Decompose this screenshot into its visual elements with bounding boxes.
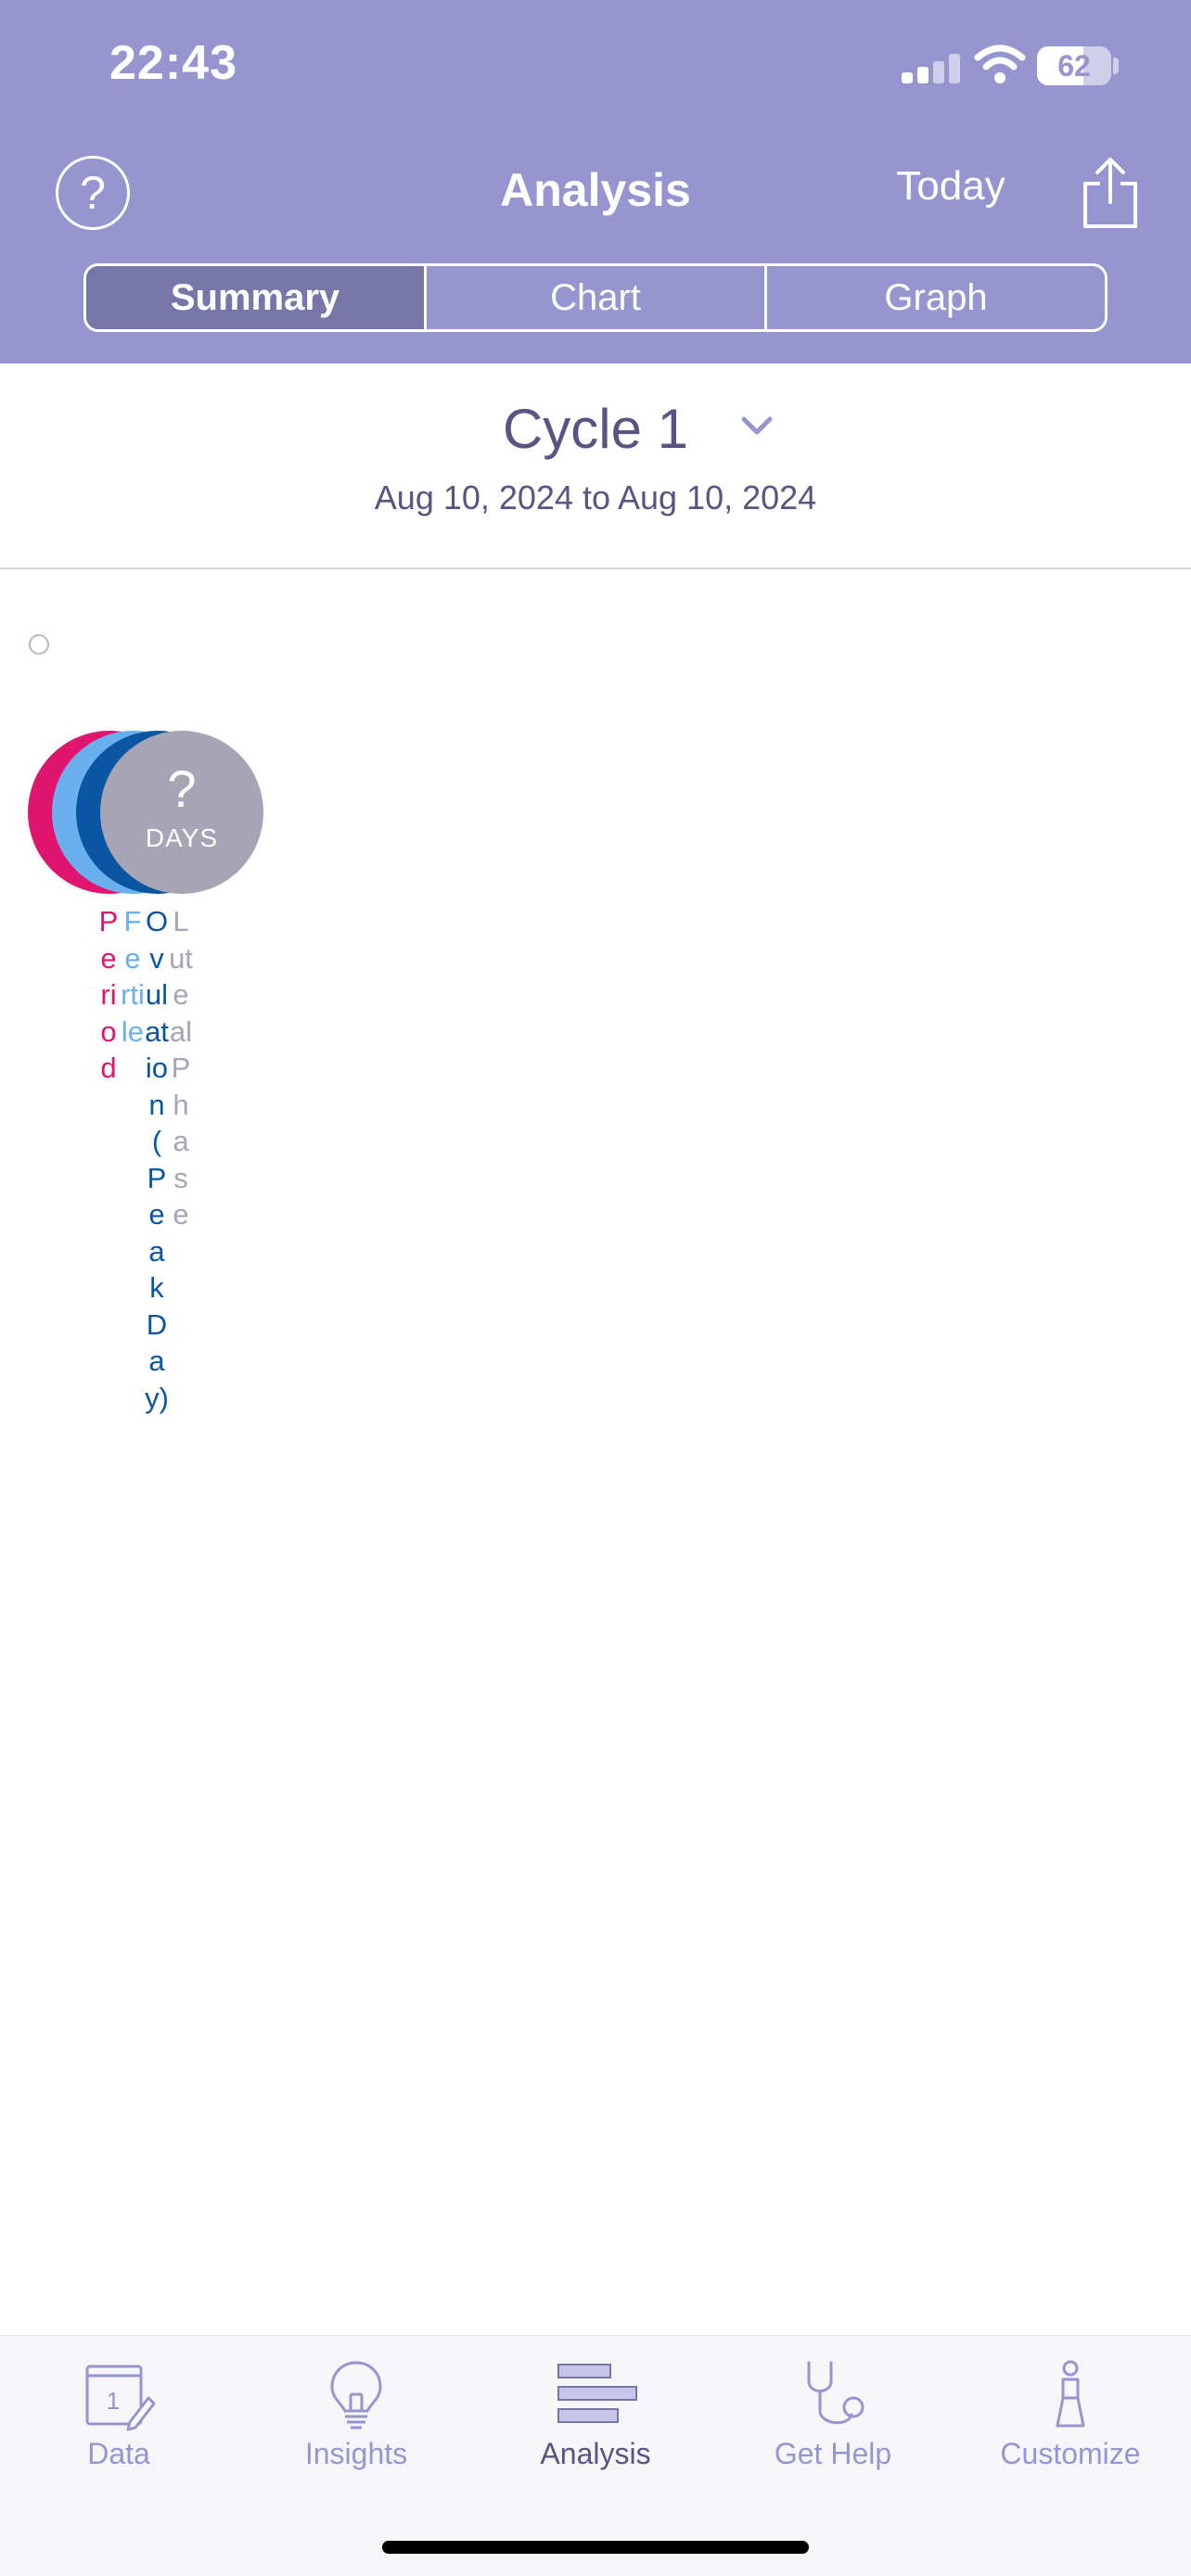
days-label: DAYS (145, 823, 219, 852)
tab-label-customize: Customize (1000, 2437, 1141, 2470)
battery-tip (1113, 57, 1119, 74)
chevron-down-icon[interactable] (738, 412, 775, 440)
wifi-icon (974, 45, 1026, 83)
tab-label-analysis: Analysis (540, 2437, 651, 2470)
days-count: ? (167, 759, 197, 818)
tab-customize[interactable]: Customize (968, 2357, 1172, 2487)
legend-fertile: Fertile (121, 905, 145, 1048)
cycle-date-range: Aug 10, 2024 to Aug 10, 2024 (374, 478, 817, 516)
battery-indicator: 62 (1037, 46, 1111, 85)
calendar-day: 1 (107, 2387, 120, 2415)
segment-summary[interactable]: Summary (86, 266, 427, 329)
calendar-icon: 1 (85, 2365, 156, 2431)
status-time: 22:43 (109, 36, 237, 90)
header-bar: 22:43 62 ? Analysis Today Summary Chart … (0, 0, 1191, 363)
share-icon[interactable] (1080, 156, 1141, 230)
tab-analysis[interactable]: Analysis (493, 2357, 698, 2487)
page-title: Analysis (500, 164, 691, 216)
stethoscope-icon (807, 2361, 864, 2425)
cellular-signal-icon (902, 54, 961, 83)
legend-period: Period (98, 905, 119, 1084)
segment-chart[interactable]: Chart (427, 266, 767, 329)
legend-ovulation: Ovulation (Peak Day) (145, 905, 169, 1414)
battery-percentage: 62 (1057, 49, 1091, 83)
cycle-title[interactable]: Cycle 1 (410, 397, 781, 461)
tab-data[interactable]: 1 Data (17, 2357, 221, 2487)
tab-label-get-help: Get Help (774, 2437, 892, 2470)
luteal-circle: ? DAYS (100, 731, 263, 894)
tab-label-insights: Insights (304, 2437, 408, 2470)
segment-graph[interactable]: Graph (767, 266, 1105, 329)
view-segmented-control: Summary Chart Graph (83, 263, 1108, 332)
help-icon[interactable]: ? (56, 156, 130, 230)
legend-luteal: Luteal Phase (169, 905, 193, 1231)
section-divider (0, 567, 1191, 569)
home-indicator (382, 2541, 809, 2554)
today-button[interactable]: Today (872, 163, 1030, 210)
tab-get-help[interactable]: Get Help (731, 2357, 935, 2487)
bars-icon (557, 2364, 637, 2423)
person-icon (1056, 2360, 1085, 2428)
lightbulb-icon (330, 2361, 382, 2429)
tab-insights[interactable]: Insights (254, 2357, 458, 2487)
radio-button[interactable] (29, 634, 49, 655)
tab-label-data: Data (87, 2437, 150, 2470)
